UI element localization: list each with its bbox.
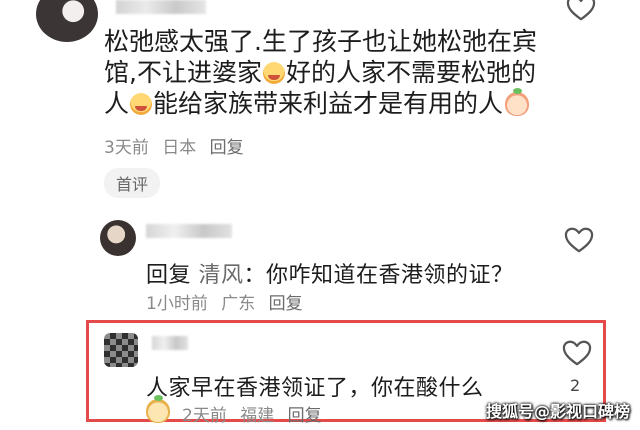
like-count: 2 [570, 376, 581, 395]
comment-meta: 3天前 日本 回复 [104, 133, 252, 158]
comment-reply-button[interactable]: 回复 [210, 138, 244, 158]
reply-avatar[interactable] [104, 333, 138, 367]
commenter-avatar[interactable] [36, 0, 98, 42]
reply-meta: 1小时前 广东 回复 [146, 289, 311, 314]
reply-location: 福建 [240, 406, 275, 426]
reply-time: 1小时前 [146, 294, 208, 314]
like-heart-icon[interactable] [566, 0, 596, 22]
watermark-text: 搜狐号@影视口碑榜 [485, 402, 630, 421]
peach-emoji-icon [146, 395, 170, 423]
comment-body: 松弛感太强了.生了孩子也让她松弛在宾馆,不让进婆家 好的人家不需要松弛的人 能给家族… [104, 26, 544, 119]
reply-meta: 2天前 福建 回复 [182, 401, 330, 426]
reply-avatar[interactable] [100, 220, 136, 256]
comment-thread: 松弛感太强了.生了孩子也让她松弛在宾馆,不让进婆家 好的人家不需要松弛的人 能给家族… [0, 0, 640, 430]
reply-name-blurred [152, 336, 188, 350]
like-heart-icon[interactable] [562, 339, 592, 367]
crying-face-emoji-icon [262, 62, 285, 84]
like-heart-icon[interactable] [564, 226, 594, 254]
reply-time: 2天前 [182, 406, 227, 426]
reply-location: 广东 [221, 294, 256, 314]
comment-text-part3: 能给家族带来利益才是有用的人 [153, 89, 504, 118]
reply-body: 人家早在香港领证了，你在酸什么 [146, 376, 484, 401]
comment-time: 3天前 [104, 138, 149, 158]
reply-to-username[interactable]: 清风 [199, 263, 244, 288]
commenter-name-blurred [116, 0, 206, 14]
reply-reply-button[interactable]: 回复 [269, 294, 303, 314]
reply-reply-button[interactable]: 回复 [288, 406, 322, 426]
peach-emoji-icon [505, 88, 530, 116]
reply-body: 回复 清风：你咋知道在香港领的证？ [146, 257, 514, 289]
reply-prefix-label: 回复 [146, 263, 192, 288]
reply-text: ：你咋知道在香港领的证？ [243, 263, 514, 288]
crying-face-emoji-icon [130, 93, 153, 115]
first-comment-badge: 首评 [104, 168, 161, 198]
comment-location: 日本 [162, 138, 197, 158]
reply-name-blurred [146, 224, 232, 238]
